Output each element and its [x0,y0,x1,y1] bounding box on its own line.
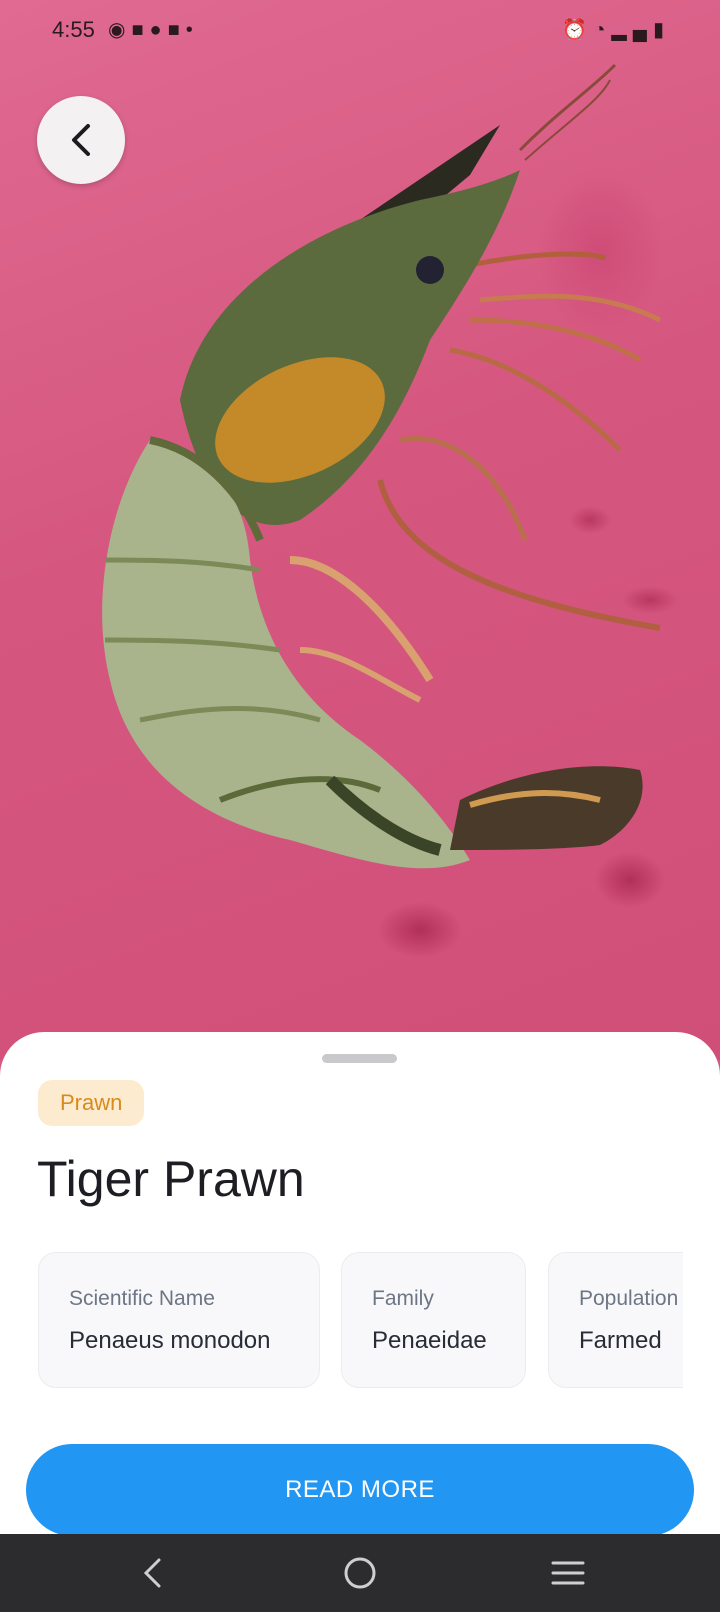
species-title: Tiger Prawn [37,1151,305,1207]
species-photo: 4:55 ◉■●■• ⏰◔▂▄▮ [0,0,720,1060]
info-card-label: Family [372,1287,434,1310]
info-card-scientific-name: Scientific Name Penaeus monodon [38,1252,320,1388]
category-tag: Prawn [38,1080,145,1126]
system-nav-bar [0,1534,720,1612]
back-icon [143,1558,161,1588]
dot-icon: • [185,19,199,41]
info-card-family: Family Penaeidae [341,1252,526,1388]
back-button[interactable] [37,96,125,184]
info-cards[interactable]: Scientific Name Penaeus monodon Family P… [38,1252,683,1392]
signal-icon: ▂▄ [611,19,653,41]
home-icon [344,1557,376,1589]
facebook-icon: ■ [131,19,150,41]
recents-icon [551,1561,585,1585]
info-card-label: Scientific Name [69,1287,215,1310]
info-card-value: Farmed [579,1327,662,1354]
nav-back-button[interactable] [129,1550,175,1596]
status-time: 4:55 [52,17,95,42]
facebook-icon: ■ [167,19,186,41]
info-card-population: Population Farmed [548,1252,683,1388]
wifi-icon: ◔ [593,19,612,41]
alarm-icon: ⏰ [562,19,594,41]
chat-icon: ● [149,19,168,41]
system-status-icons: ⏰◔▂▄▮ [562,17,670,42]
messenger-icon: ◉ [108,19,132,41]
notification-icons: ◉■●■• [108,17,199,42]
read-more-button[interactable]: READ MORE [26,1444,694,1536]
battery-icon: ▮ [652,19,670,41]
info-card-label: Population [579,1287,679,1310]
info-card-value: Penaeidae [372,1327,487,1354]
drag-handle[interactable] [322,1054,397,1063]
chevron-left-icon [72,124,90,156]
nav-recents-button[interactable] [545,1550,591,1596]
status-bar: 4:55 ◉■●■• ⏰◔▂▄▮ [0,0,720,58]
nav-home-button[interactable] [337,1550,383,1596]
info-card-value: Penaeus monodon [69,1327,271,1354]
